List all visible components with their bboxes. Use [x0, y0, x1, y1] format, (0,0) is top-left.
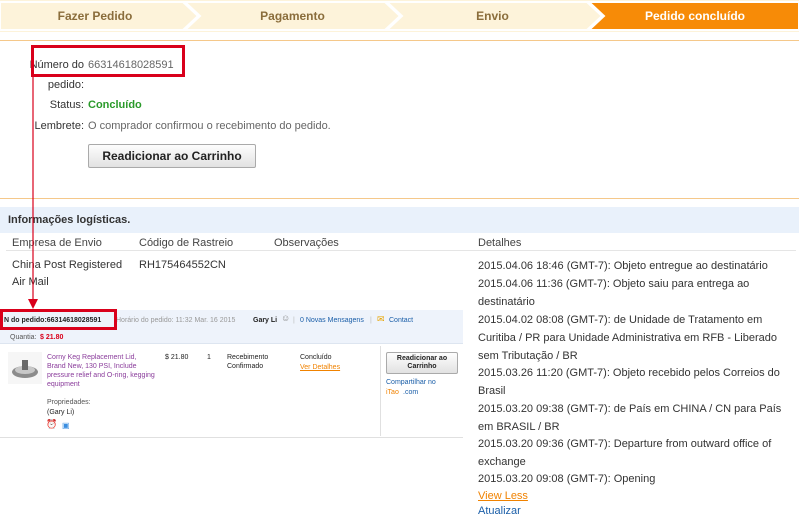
divider [0, 198, 799, 199]
embedded-share-dotcom[interactable]: .com [403, 388, 418, 397]
embedded-status: Concluído [300, 354, 332, 361]
snapshot-icon[interactable]: ▣ [62, 421, 70, 430]
carrier-name: China Post Registered Air Mail [12, 259, 123, 288]
embedded-received: Recebimento Confirmado [227, 354, 269, 370]
embedded-details-link[interactable]: Ver Detalhes [300, 363, 340, 372]
status-value: Concluído [88, 99, 142, 111]
tracking-event: 2015.04.06 11:36 (GMT-7): Objeto saiu pa… [478, 278, 750, 308]
embedded-order-time: Horário do pedido: 11:32 Mar. 16 2015 [116, 317, 236, 324]
divider [0, 40, 799, 41]
embedded-share-label[interactable]: Compartilhar no [386, 378, 436, 387]
col-notes: Observações [274, 237, 339, 249]
embedded-readd-button[interactable]: Readicionar ao Carrinho [386, 352, 458, 374]
highlight-box-order-number [31, 45, 185, 77]
embedded-messages-link[interactable]: 0 Novas Mensagens [300, 316, 364, 325]
embedded-product-title[interactable]: Corny Keg Replacement Lid, Brand New, 13… [47, 353, 155, 389]
divider [6, 250, 796, 251]
embedded-props-label: Propriedades: [47, 399, 91, 406]
embedded-props-value: (Gary Li) [47, 409, 75, 416]
status-label: Status: [49, 99, 84, 111]
divider [0, 437, 463, 438]
tracking-number: RH175464552CN [139, 259, 226, 271]
step-payment: Pagamento [260, 9, 325, 23]
alarm-icon[interactable]: ⏰ [46, 420, 57, 429]
step-place-order: Fazer Pedido [57, 9, 133, 23]
embedded-seller[interactable]: Gary Li [253, 316, 277, 325]
progress-steps: Fazer Pedido Pagamento Envio Pedido conc… [0, 0, 799, 32]
order-number-label-cont: pedido: [47, 79, 84, 91]
embedded-price: $ 21.80 [165, 354, 189, 361]
tracking-event: 2015.04.02 08:08 (GMT-7): de Unidade de … [478, 314, 777, 362]
embedded-qty-label: Quantia: [10, 334, 37, 341]
envelope-icon[interactable]: ✉ [377, 315, 385, 324]
logistics-title: Informações logísticas. [8, 214, 131, 226]
col-tracking: Código de Rastreio [139, 237, 234, 249]
chat-icon[interactable]: ☺ [281, 314, 290, 323]
tracking-event: 2015.03.20 09:08 (GMT-7): Opening [478, 473, 656, 485]
tracking-event: 2015.03.26 11:20 (GMT-7): Objeto recebid… [478, 367, 780, 397]
embedded-contact-link[interactable]: Contact [389, 316, 413, 325]
step-order-complete: Pedido concluído [644, 9, 745, 23]
reminder-value: O comprador confirmou o recebimento do p… [88, 120, 331, 132]
tracking-event: 2015.03.20 09:36 (GMT-7): Departure from… [478, 438, 772, 468]
divider [380, 346, 381, 436]
embedded-qty-value: $ 21.80 [40, 334, 64, 341]
product-thumbnail[interactable] [8, 352, 42, 384]
embedded-qty: 1 [207, 354, 211, 361]
col-carrier: Empresa de Envio [12, 237, 102, 249]
readd-to-cart-button[interactable]: Readicionar ao Carrinho [88, 144, 256, 168]
col-details: Detalhes [478, 237, 522, 249]
tracking-event: 2015.04.06 18:46 (GMT-7): Objeto entregu… [478, 260, 768, 272]
step-shipping: Envio [476, 9, 509, 23]
highlight-box-embedded-order-number [0, 309, 117, 330]
separator: | [293, 317, 295, 324]
tracking-event: 2015.03.20 09:38 (GMT-7): de País em CHI… [478, 403, 782, 433]
embedded-share-itao[interactable]: iTao [386, 388, 399, 397]
refresh-link[interactable]: Atualizar [478, 502, 521, 520]
reminder-label: Lembrete: [34, 120, 84, 132]
separator: | [370, 317, 372, 324]
